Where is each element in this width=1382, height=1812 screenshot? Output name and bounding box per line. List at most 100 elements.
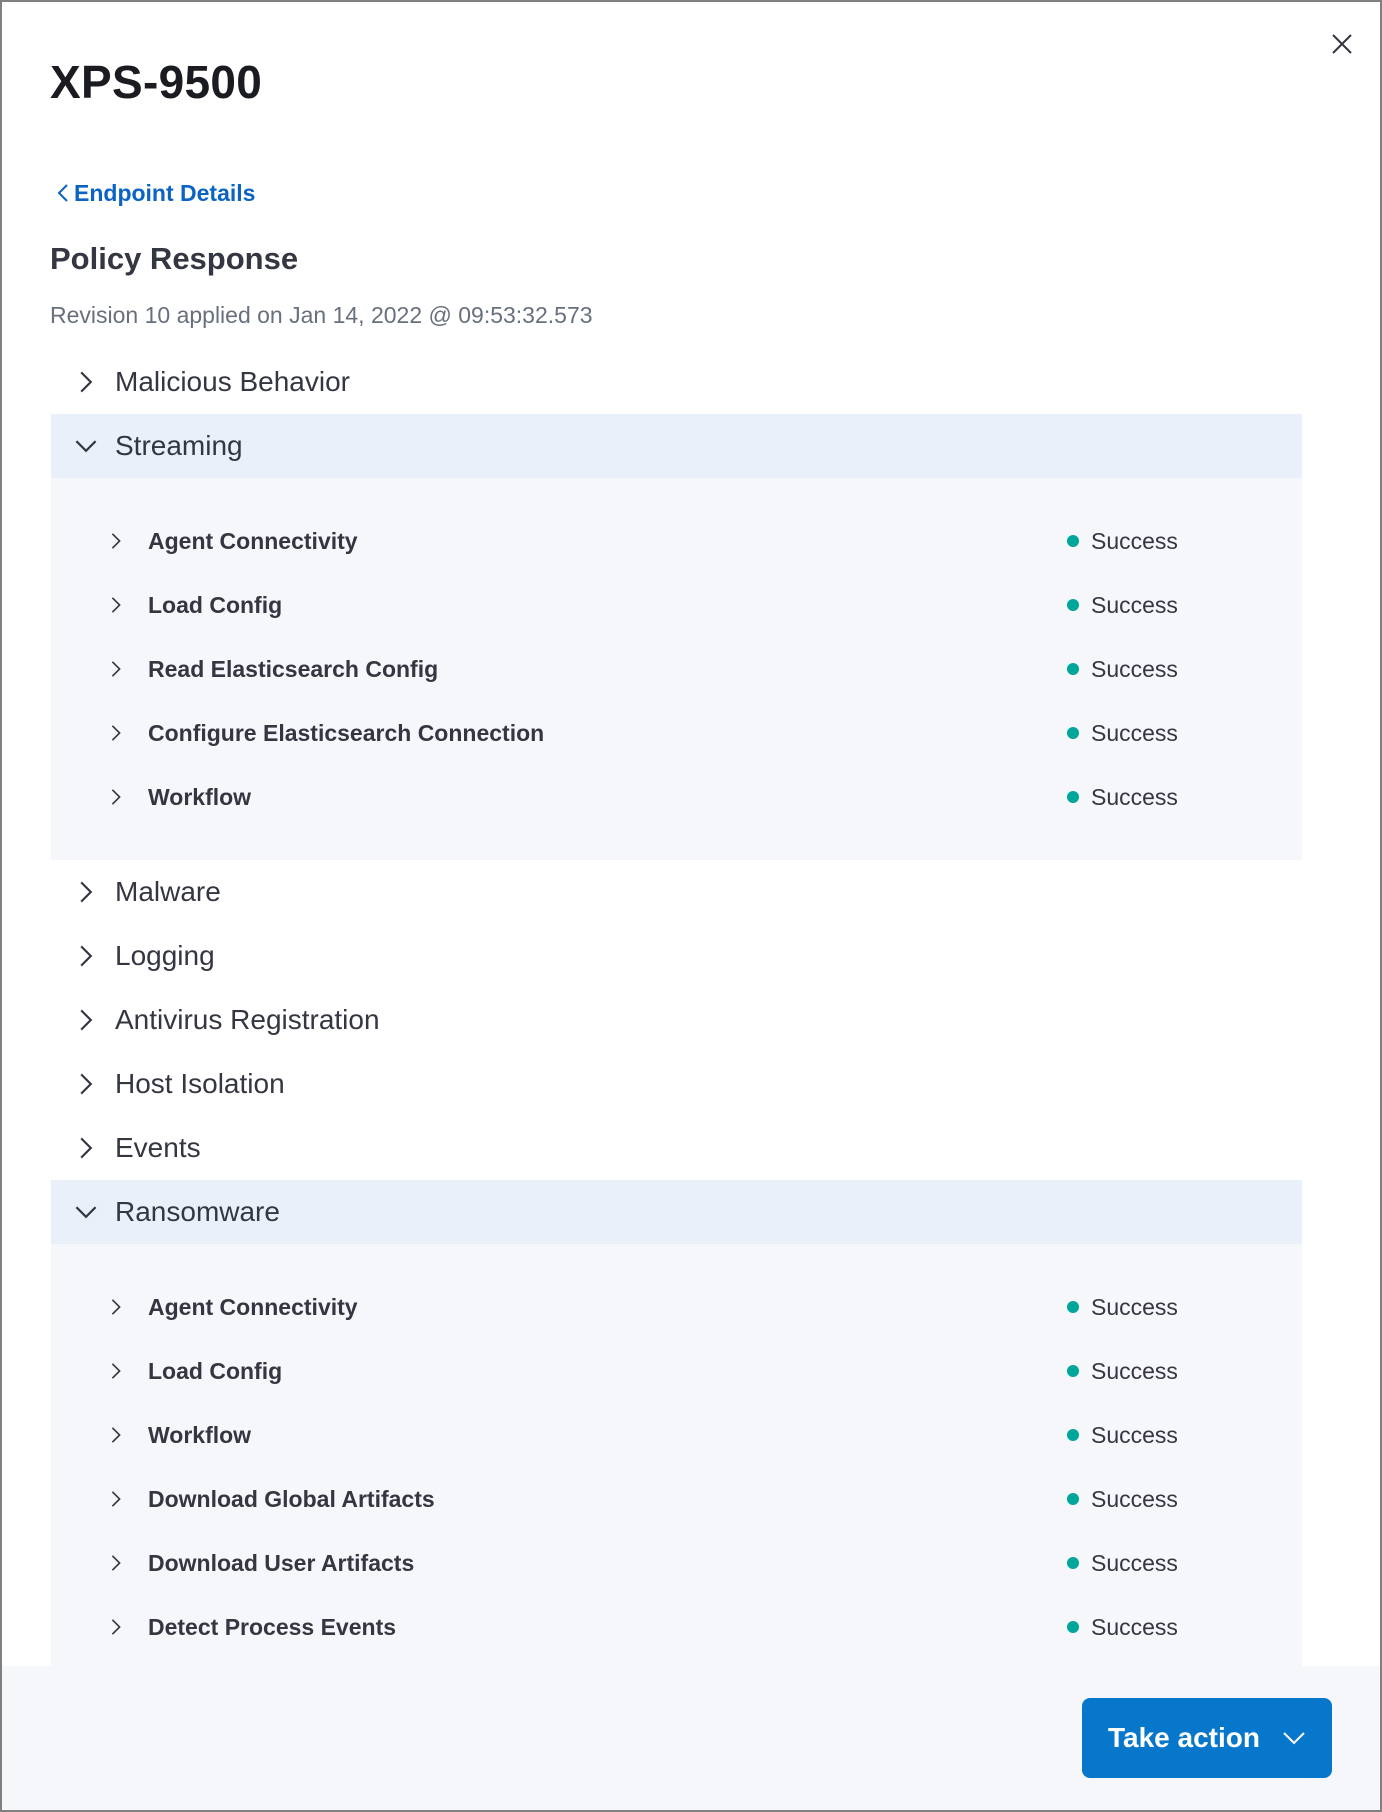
chevron-right-icon [80,945,93,967]
chevron-right-icon-wrap [106,1361,126,1381]
policy-node: Host Isolation [51,1052,1302,1116]
chevron-down-icon [75,440,97,453]
policy-node-header[interactable]: Malicious Behavior [51,350,1302,414]
policy-action-row[interactable]: Configure Elasticsearch Connection Succes… [51,701,1302,765]
chevron-down-icon-wrap [73,433,99,459]
status-dot-icon [1067,1365,1079,1377]
policy-node-label: Events [115,1132,201,1163]
status-text: Success [1091,783,1178,810]
policy-node-header[interactable]: Ransomware [51,1180,1302,1244]
close-icon [1332,34,1352,54]
status-text: Success [1091,1613,1178,1640]
policy-action-row[interactable]: Read Elasticsearch Config Success [51,637,1302,701]
status-badge: Success [1067,1422,1178,1449]
status-dot-icon [1067,599,1079,611]
policy-action-row[interactable]: Workflow Success [51,765,1302,829]
policy-node: Logging [51,924,1302,988]
policy-action-row[interactable]: Agent Connectivity Success [51,1275,1302,1339]
policy-action-label: Download User Artifacts [148,1549,415,1576]
chevron-right-icon-wrap [73,1135,99,1161]
policy-action-row[interactable]: Detect Process Events Success [51,1595,1302,1659]
policy-node-label: Antivirus Registration [115,1004,380,1035]
status-text: Success [1091,1357,1178,1384]
status-text: Success [1091,1293,1178,1320]
chevron-right-icon-wrap [106,1489,126,1509]
status-badge: Success [1067,1294,1178,1321]
policy-action-label: Agent Connectivity [148,1293,358,1320]
policy-node-children: Agent Connectivity Success Load Config Succ… [51,478,1302,860]
chevron-right-icon-wrap [106,595,126,615]
chevron-right-icon [80,881,93,903]
chevron-right-icon-wrap [106,1297,126,1317]
policy-action-row[interactable]: Download User Artifacts Success [51,1531,1302,1595]
chevron-right-icon-wrap [106,723,126,743]
policy-node-children: Agent Connectivity Success Load Config Succ… [51,1244,1302,1690]
chevron-left-icon [57,184,68,202]
status-badge: Success [1067,1358,1178,1385]
policy-node: Streaming Agent Connectivity Success Load C… [51,414,1302,860]
policy-action-label: Workflow [148,1421,252,1448]
policy-node-header[interactable]: Events [51,1116,1302,1180]
policy-node: Malicious Behavior [51,350,1302,414]
chevron-right-icon [80,1073,93,1095]
chevron-right-icon-wrap [106,531,126,551]
chevron-right-icon-wrap [73,1071,99,1097]
policy-node-header[interactable]: Antivirus Registration [51,988,1302,1052]
policy-node-header[interactable]: Logging [51,924,1302,988]
status-text: Success [1091,1549,1178,1576]
policy-action-row[interactable]: Workflow Success [51,1403,1302,1467]
chevron-right-icon-wrap [73,369,99,395]
chevron-right-icon [111,1555,121,1571]
flyout-footer: Take action [2,1666,1380,1810]
policy-node-label: Malicious Behavior [115,366,350,397]
policy-action-row[interactable]: Load Config Success [51,573,1302,637]
policy-node-label: Streaming [115,430,243,461]
chevron-right-icon [111,789,121,805]
status-badge: Success [1067,1614,1178,1641]
chevron-right-icon [111,1491,121,1507]
status-dot-icon [1067,535,1079,547]
flyout-title: XPS-9500 [50,56,263,108]
policy-node: Malware [51,860,1302,924]
chevron-right-icon [80,371,93,393]
status-dot-icon [1067,1557,1079,1569]
policy-action-label: Detect Process Events [148,1613,397,1640]
policy-response-tree: Malicious Behavior Streaming Agent Connect… [51,350,1302,1690]
policy-node-header[interactable]: Streaming [51,414,1302,478]
status-dot-icon [1067,1493,1079,1505]
close-button[interactable] [1328,30,1356,58]
policy-action-row[interactable]: Download Global Artifacts Success [51,1467,1302,1531]
section-title: Policy Response [50,241,299,276]
policy-node-header[interactable]: Host Isolation [51,1052,1302,1116]
status-badge: Success [1067,656,1178,683]
chevron-right-icon-wrap [73,1007,99,1033]
policy-action-label: Read Elasticsearch Config [148,655,439,682]
back-to-endpoint-details-link[interactable]: Endpoint Details [56,178,255,208]
status-badge: Success [1067,1486,1178,1513]
chevron-right-icon [80,1009,93,1031]
status-dot-icon [1067,1621,1079,1633]
take-action-label: Take action [1108,1722,1260,1753]
policy-action-label: Agent Connectivity [148,527,358,554]
policy-node: Antivirus Registration [51,988,1302,1052]
chevron-right-icon [111,597,121,613]
policy-action-row[interactable]: Agent Connectivity Success [51,509,1302,573]
chevron-right-icon [111,725,121,741]
policy-node: Ransomware Agent Connectivity Success Load … [51,1180,1302,1690]
policy-action-label: Configure Elasticsearch Connection [148,719,545,746]
status-dot-icon [1067,1301,1079,1313]
chevron-down-icon-wrap [73,1199,99,1225]
status-text: Success [1091,1421,1178,1448]
policy-action-label: Download Global Artifacts [148,1485,435,1512]
chevron-right-icon [111,661,121,677]
policy-action-label: Load Config [148,591,283,618]
take-action-button[interactable]: Take action [1082,1698,1332,1778]
chevron-right-icon-wrap [73,879,99,905]
policy-node-header[interactable]: Malware [51,860,1302,924]
status-text: Success [1091,591,1178,618]
status-text: Success [1091,527,1178,554]
policy-action-row[interactable]: Load Config Success [51,1339,1302,1403]
status-text: Success [1091,1485,1178,1512]
chevron-right-icon-wrap [73,943,99,969]
chevron-down-icon [75,1206,97,1219]
